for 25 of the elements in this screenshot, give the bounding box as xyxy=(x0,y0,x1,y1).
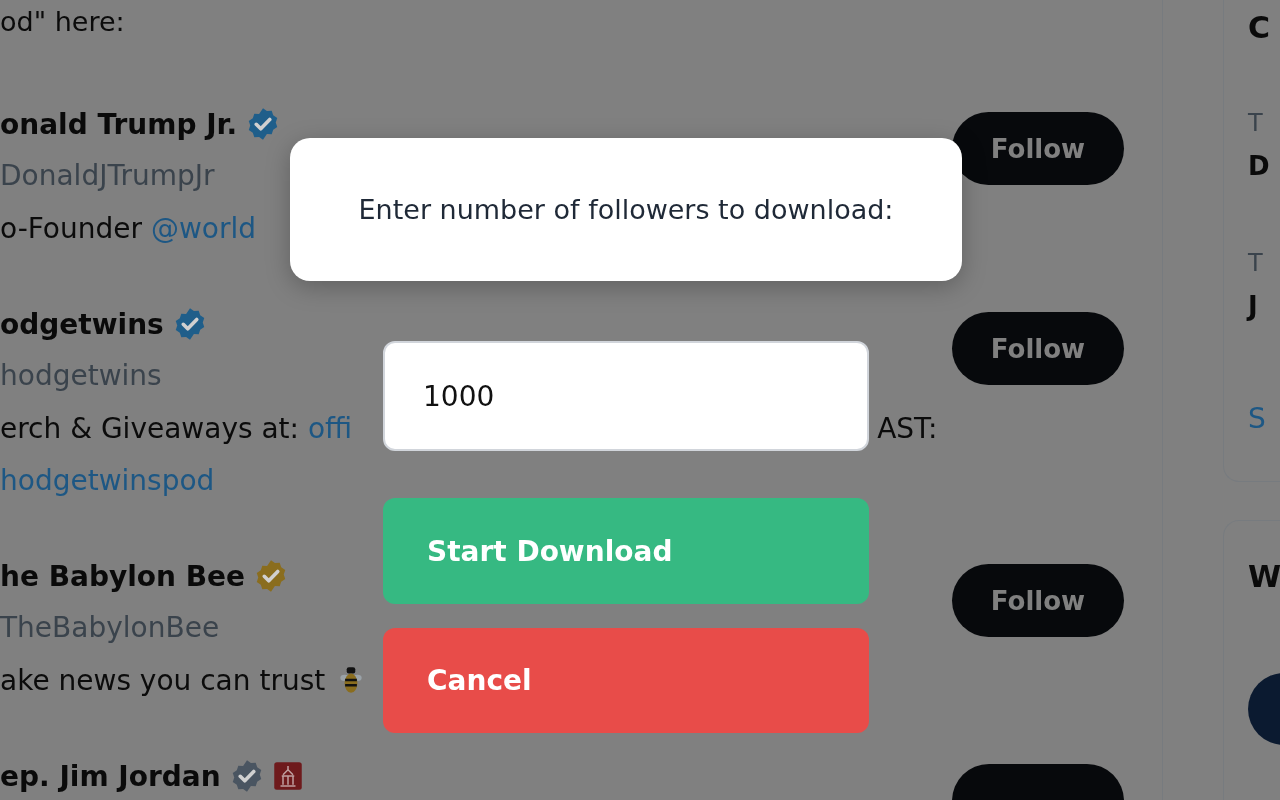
follow-button[interactable]: Follow xyxy=(952,564,1124,637)
bee-icon xyxy=(340,664,363,696)
bio-text: erch & Giveaways at: xyxy=(0,411,301,445)
bio-text: ake news you can trust xyxy=(0,663,327,697)
bio-text: AST: xyxy=(877,411,938,445)
card-title: C xyxy=(1248,9,1272,47)
user-handle[interactable]: hodgetwins xyxy=(0,350,162,402)
trend-label: T xyxy=(1248,248,1264,278)
user-name[interactable]: onald Trump Jr. xyxy=(0,107,238,141)
user-handle[interactable]: DonaldJTrumpJr xyxy=(0,150,215,202)
trend-name[interactable]: J xyxy=(1248,288,1280,324)
user-name[interactable]: odgetwins xyxy=(0,307,164,341)
card-title: W xyxy=(1248,558,1280,596)
trend-label: T xyxy=(1248,108,1264,138)
number-input[interactable]: 1000 xyxy=(383,341,869,451)
follow-button[interactable]: Follow xyxy=(952,112,1124,185)
follow-button[interactable]: Follow xyxy=(952,312,1124,385)
bio-text: o-Founder xyxy=(0,211,143,245)
post-text: od" here: xyxy=(0,5,126,39)
cancel-button[interactable]: Cancel xyxy=(383,628,869,733)
user-name[interactable]: ep. Jim Jordan xyxy=(0,759,221,793)
dialog-message: Enter number of followers to download: xyxy=(290,138,962,281)
trend-name[interactable]: D xyxy=(1248,148,1280,184)
user-name[interactable]: he Babylon Bee xyxy=(0,559,246,593)
user-handle[interactable]: TheBabylonBee xyxy=(0,602,220,654)
